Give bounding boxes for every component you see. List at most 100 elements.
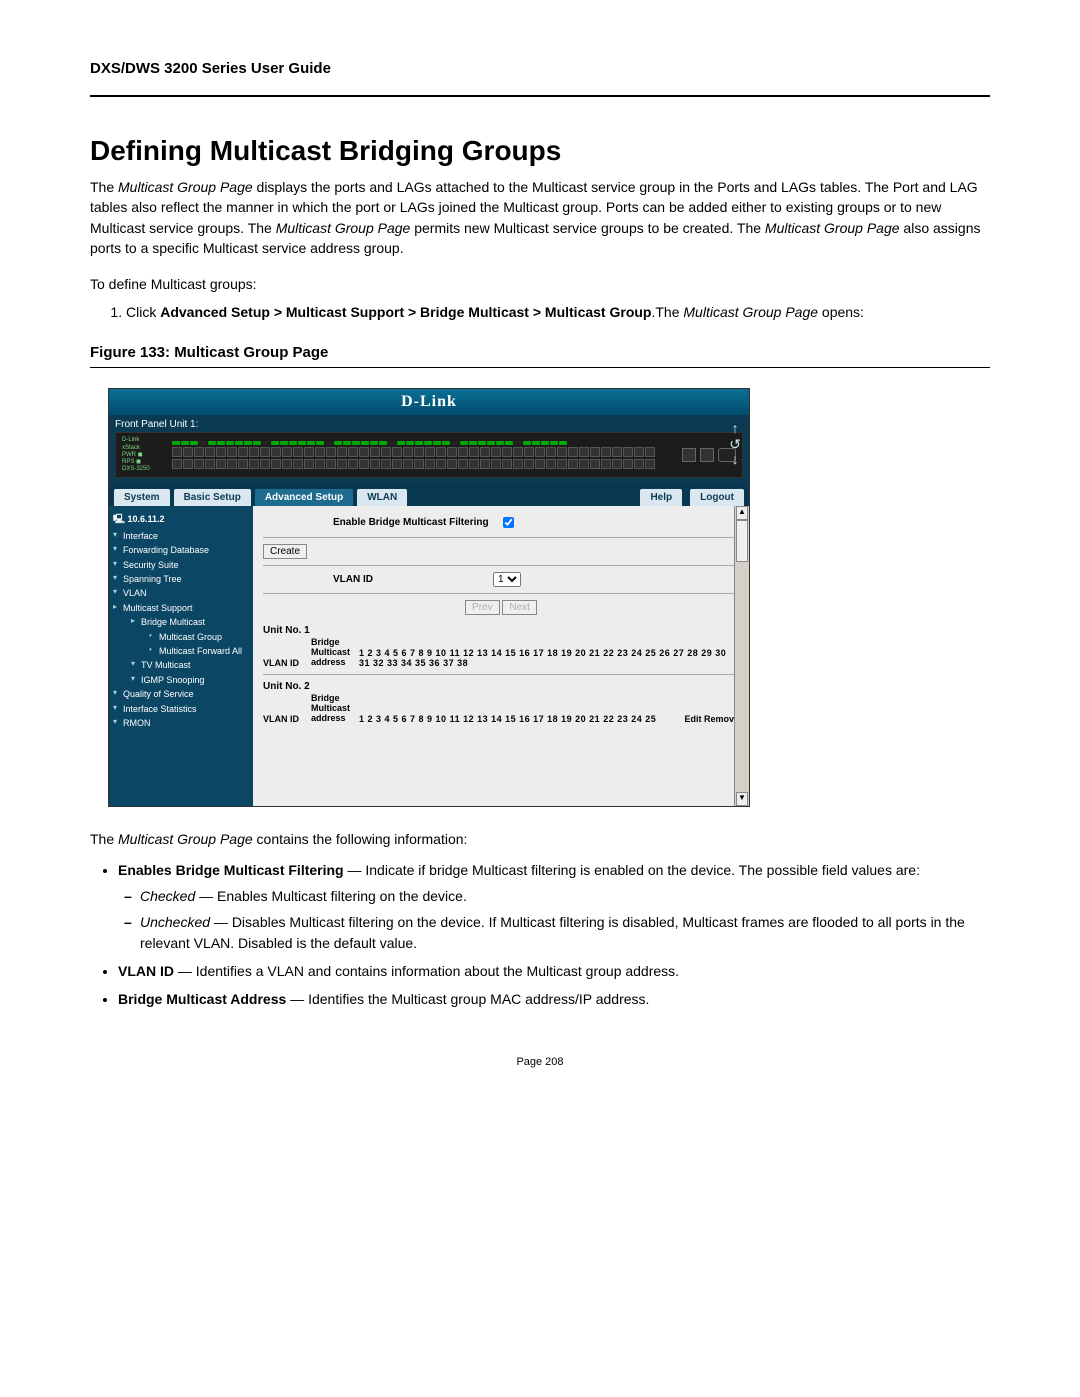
tree-multicast-forward-all[interactable]: Multicast Forward All [149, 644, 249, 658]
page-heading: Defining Multicast Bridging Groups [90, 135, 990, 167]
rj45-port-icon [502, 447, 512, 457]
port-led-icon [226, 441, 234, 445]
port-led-icon [172, 441, 180, 445]
port-led-icon [523, 441, 531, 445]
rj45-port-icon [315, 447, 325, 457]
rj45-port-icon [579, 459, 589, 469]
rj45-port-icon [601, 447, 611, 457]
tree-multicast-group[interactable]: Multicast Group [149, 630, 249, 644]
arrow-up-icon[interactable]: ↑ [729, 421, 741, 436]
arrow-down-icon[interactable]: ↓ [729, 452, 741, 467]
scroll-down-icon[interactable]: ▼ [736, 792, 748, 806]
port-led-icon [244, 441, 252, 445]
tree-spanning-tree[interactable]: Spanning Tree [113, 572, 249, 586]
tree-tv-multicast[interactable]: TV Multicast [131, 658, 249, 672]
port-led-icon [343, 441, 351, 445]
lead-text: To define Multicast groups: [90, 276, 990, 292]
rj45-port-icon [436, 459, 446, 469]
tree-forwarding-database[interactable]: Forwarding Database [113, 543, 249, 557]
rj45-port-icon [370, 447, 380, 457]
scroll-up-icon[interactable]: ▲ [736, 506, 748, 520]
front-panel: Front Panel Unit 1: D-Link xStack PWR ◼ … [109, 415, 749, 484]
tab-advanced-setup[interactable]: Advanced Setup [254, 488, 354, 506]
tab-help[interactable]: Help [639, 488, 683, 506]
rj45-port-icon [205, 447, 215, 457]
rj45-port-icon [282, 447, 292, 457]
rj45-port-icon [227, 447, 237, 457]
tree-rmon[interactable]: RMON [113, 716, 249, 730]
rj45-port-icon [546, 459, 556, 469]
rj45-port-icon [469, 459, 479, 469]
create-button[interactable]: Create [263, 544, 307, 559]
page-number: Page 208 [90, 1056, 990, 1068]
port-led-icon [217, 441, 225, 445]
rj45-port-icon [447, 447, 457, 457]
rj45-port-icon [568, 459, 578, 469]
unit-2-title: Unit No. 2 [263, 681, 739, 692]
rj45-port-icon [172, 459, 182, 469]
rj45-port-icon [194, 459, 204, 469]
tree-igmp-snooping[interactable]: IGMP Snooping [131, 673, 249, 687]
tab-basic-setup[interactable]: Basic Setup [173, 488, 252, 506]
prev-button[interactable]: Prev [465, 600, 500, 615]
rj45-port-icon [414, 447, 424, 457]
tab-system[interactable]: System [113, 488, 171, 506]
enable-filtering-label: Enable Bridge Multicast Filtering [333, 517, 489, 528]
rj45-port-icon [238, 447, 248, 457]
rj45-port-icon [458, 459, 468, 469]
port-led-icon [532, 441, 540, 445]
port-led-icon [487, 441, 495, 445]
tab-wlan[interactable]: WLAN [356, 488, 408, 506]
port-led-icon [541, 441, 549, 445]
enable-filtering-checkbox[interactable] [503, 517, 514, 528]
rj45-port-icon [623, 447, 633, 457]
rj45-port-icon [513, 459, 523, 469]
workspace: 10.6.11.2 Interface Forwarding Database … [109, 506, 749, 806]
rj45-port-icon [183, 459, 193, 469]
nav-tree: 10.6.11.2 Interface Forwarding Database … [109, 506, 253, 806]
tree-vlan[interactable]: VLAN [113, 586, 249, 600]
rj45-port-icon [260, 459, 270, 469]
rj45-port-icon [447, 459, 457, 469]
tree-multicast-support[interactable]: Multicast Support Bridge Multicast Multi… [113, 601, 249, 687]
rj45-port-icon [392, 447, 402, 457]
port-led-icon [199, 441, 207, 445]
sfp-port-icon [682, 448, 696, 462]
rj45-port-icon [425, 447, 435, 457]
front-panel-label: Front Panel Unit 1: [115, 419, 743, 430]
sfp-port-icon [700, 448, 714, 462]
rj45-port-icon [392, 459, 402, 469]
tree-bridge-multicast[interactable]: Bridge Multicast Multicast Group Multica… [131, 615, 249, 658]
rj45-port-icon [348, 459, 358, 469]
tree-interface[interactable]: Interface [113, 529, 249, 543]
refresh-icon[interactable]: ↺ [729, 437, 741, 452]
tree-quality-of-service[interactable]: Quality of Service [113, 687, 249, 701]
port-led-icon [514, 441, 522, 445]
rj45-port-icon [623, 459, 633, 469]
unit2-edit-remove[interactable]: Edit Remove [684, 714, 739, 724]
content-scrollbar[interactable]: ▲ ▼ [734, 506, 749, 806]
unit1-port-numbers: 1 2 3 4 5 6 7 8 9 10 11 12 13 14 15 16 1… [359, 648, 739, 668]
rj45-port-icon [249, 447, 259, 457]
tree-interface-statistics[interactable]: Interface Statistics [113, 702, 249, 716]
rj45-port-icon [491, 447, 501, 457]
tab-logout[interactable]: Logout [689, 488, 745, 506]
unit1-bma-header: Bridge Multicast address [311, 638, 357, 668]
rj45-port-icon [183, 447, 193, 457]
port-led-icon [271, 441, 279, 445]
rj45-port-icon [590, 447, 600, 457]
next-button[interactable]: Next [502, 600, 537, 615]
vlan-id-select[interactable]: 1 [493, 572, 521, 587]
rj45-port-icon [502, 459, 512, 469]
post-figure-text: The Multicast Group Page contains the fo… [90, 829, 990, 849]
rj45-port-icon [524, 447, 534, 457]
tree-security-suite[interactable]: Security Suite [113, 558, 249, 572]
port-led-icon [424, 441, 432, 445]
port-led-icon [190, 441, 198, 445]
scroll-thumb[interactable] [736, 520, 748, 562]
switch-graphic: D-Link xStack PWR ◼ RPS ◼ DXS-3250 [115, 432, 743, 478]
port-led-icon [451, 441, 459, 445]
field-bullet: Bridge Multicast Address — Identifies th… [118, 989, 990, 1009]
tab-bar: System Basic Setup Advanced Setup WLAN H… [109, 484, 749, 506]
rj45-port-icon [370, 459, 380, 469]
